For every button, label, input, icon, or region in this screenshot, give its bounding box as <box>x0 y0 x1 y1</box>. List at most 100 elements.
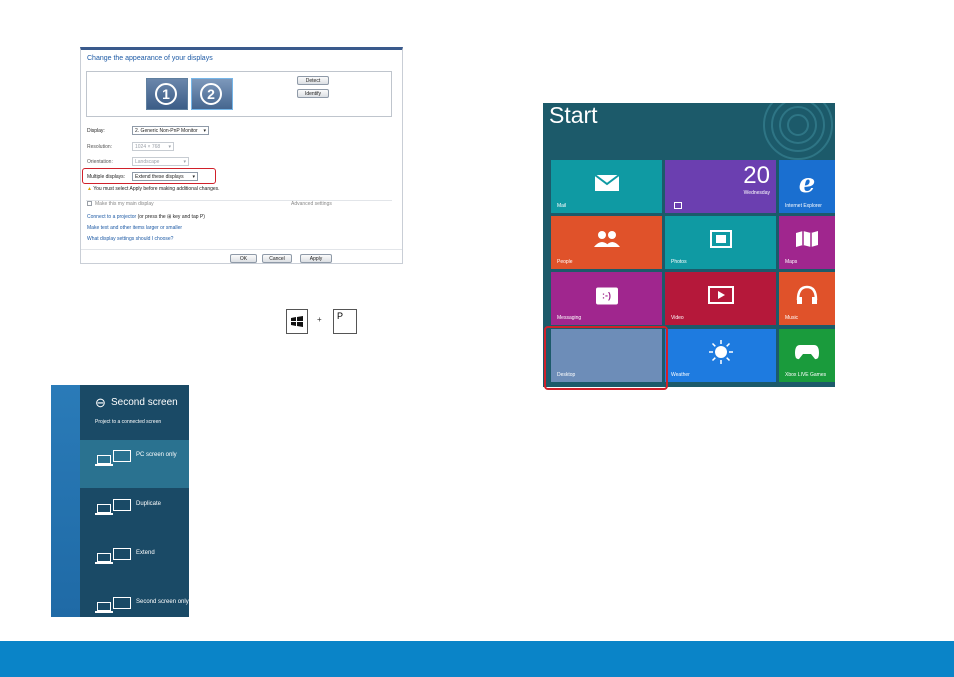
laptop-base <box>95 464 113 466</box>
main-display-checkbox[interactable] <box>87 201 92 206</box>
orientation-label: Orientation: <box>87 159 113 165</box>
laptop-icon <box>97 553 111 562</box>
windows-key-icon: ⊞ <box>167 214 172 220</box>
tile-label: Music <box>785 315 799 321</box>
desktop-tile-highlight <box>544 326 668 390</box>
tile-photos[interactable]: Photos <box>665 216 776 269</box>
display-settings-panel: Change the appearance of your displays 1… <box>80 47 403 264</box>
internet-explorer-icon: e <box>798 168 816 199</box>
tile-label: Maps <box>785 259 798 265</box>
option-label: Duplicate <box>136 501 162 507</box>
option-label: Second screen only <box>136 599 189 605</box>
connect-projector-link[interactable]: Connect to a projector <box>87 214 136 220</box>
monitor-icon <box>113 548 131 560</box>
chevron-down-icon: ▾ <box>192 174 195 180</box>
calendar-day: 20 <box>743 162 770 189</box>
laptop-base <box>95 562 113 564</box>
monitor-2[interactable]: 2 <box>191 78 233 110</box>
mail-icon <box>593 174 620 194</box>
messaging-icon: :-) <box>595 287 618 305</box>
monitor-icon <box>113 450 131 462</box>
resolution-select: 1024 × 768 ▾ <box>132 142 174 151</box>
laptop-base <box>95 513 113 515</box>
p-key: P <box>333 309 357 334</box>
photos-icon <box>709 229 732 250</box>
cancel-button[interactable]: Cancel <box>262 254 292 263</box>
multiple-displays-value: Extend these displays <box>135 174 184 180</box>
calendar-weekday: Wednesday <box>743 190 770 196</box>
multiple-displays-label: Multiple displays: <box>87 174 126 180</box>
display-select-value: 2. Generic Non-PnP Monitor <box>135 128 198 134</box>
option-extend[interactable]: Extend <box>80 538 189 586</box>
multiple-displays-select[interactable]: Extend these displays ▾ <box>132 172 198 181</box>
apply-button[interactable]: Apply <box>300 254 332 263</box>
tile-label: Weather <box>671 372 690 378</box>
display-settings-title: Change the appearance of your displays <box>87 55 213 62</box>
projector-hint: (or press the <box>137 214 166 220</box>
video-icon <box>707 285 734 306</box>
sun-icon <box>708 339 734 367</box>
chevron-down-icon: ▾ <box>168 144 171 150</box>
tile-messaging[interactable]: :-) Messaging <box>551 272 662 325</box>
tile-mail[interactable]: Mail <box>551 160 662 213</box>
laptop-base <box>95 611 113 613</box>
chevron-down-icon: ▾ <box>203 128 206 134</box>
start-title: Start <box>549 103 598 128</box>
apply-warning-text: You must select Apply before making addi… <box>93 186 220 192</box>
orientation-select-value: Landscape <box>135 159 160 165</box>
tile-internet-explorer[interactable]: e Internet Explorer <box>779 160 835 213</box>
option-label: PC screen only <box>136 452 177 458</box>
laptop-icon <box>97 455 111 464</box>
back-arrow-icon[interactable]: ⊖ <box>95 395 106 411</box>
tile-calendar[interactable]: 20 Wednesday <box>665 160 776 213</box>
resolution-label: Resolution: <box>87 144 113 150</box>
chevron-down-icon: ▾ <box>183 159 186 165</box>
detect-button[interactable]: Detect <box>297 76 329 85</box>
display-label: Display: <box>87 128 105 134</box>
tile-video[interactable]: Video <box>665 272 776 325</box>
option-pc-screen-only[interactable]: PC screen only <box>80 440 189 488</box>
maps-icon <box>795 230 819 250</box>
text-size-link[interactable]: Make text and other items larger or smal… <box>87 225 182 231</box>
tile-xbox-live-games[interactable]: Xbox LIVE Games <box>779 329 835 382</box>
plus-sign: + <box>317 315 322 324</box>
tile-label: Internet Explorer <box>785 203 822 209</box>
monitor-1[interactable]: 1 <box>146 78 188 110</box>
tile-label: Mail <box>557 203 567 209</box>
monitor-icon <box>113 597 131 609</box>
tile-weather[interactable]: Weather <box>665 329 776 382</box>
swirl-decoration <box>763 103 833 160</box>
projector-hint-end: key and tap P) <box>172 214 205 220</box>
second-screen-subtitle: Project to a connected screen <box>95 419 162 425</box>
display-select[interactable]: 2. Generic Non-PnP Monitor ▾ <box>132 126 209 135</box>
tile-label: Xbox LIVE Games <box>785 372 827 378</box>
second-screen-panel: ⊖ Second screen Project to a connected s… <box>51 385 189 617</box>
display-help-link[interactable]: What display settings should I choose? <box>87 236 173 242</box>
option-label: Extend <box>136 550 155 556</box>
monitor-arrangement: 1 2 Detect Identify <box>86 71 392 117</box>
laptop-icon <box>97 602 111 611</box>
divider <box>81 249 402 250</box>
p-key-label: P <box>337 311 344 321</box>
panel-edge <box>51 385 80 617</box>
windows-key <box>286 309 308 334</box>
advanced-settings-link[interactable]: Advanced settings <box>291 201 332 207</box>
tile-label: Video <box>671 315 684 321</box>
tile-maps[interactable]: Maps <box>779 216 835 269</box>
tile-label: Messaging <box>557 315 582 321</box>
tile-label: Photos <box>671 259 687 265</box>
identify-button[interactable]: Identify <box>297 89 329 98</box>
tile-music[interactable]: Music <box>779 272 835 325</box>
monitor-1-number: 1 <box>155 83 177 105</box>
monitor-2-number: 2 <box>200 83 222 105</box>
tile-people[interactable]: People <box>551 216 662 269</box>
option-duplicate[interactable]: Duplicate <box>80 489 189 537</box>
orientation-select: Landscape ▾ <box>132 157 189 166</box>
resolution-select-value: 1024 × 768 <box>135 144 161 150</box>
windows-logo-icon <box>291 316 303 327</box>
connect-projector-row: Connect to a projector (or press the ⊞ k… <box>87 214 205 220</box>
tile-label: People <box>557 259 573 265</box>
calendar-icon <box>674 202 682 209</box>
ok-button[interactable]: OK <box>230 254 257 263</box>
option-second-screen-only[interactable]: Second screen only <box>80 587 189 617</box>
